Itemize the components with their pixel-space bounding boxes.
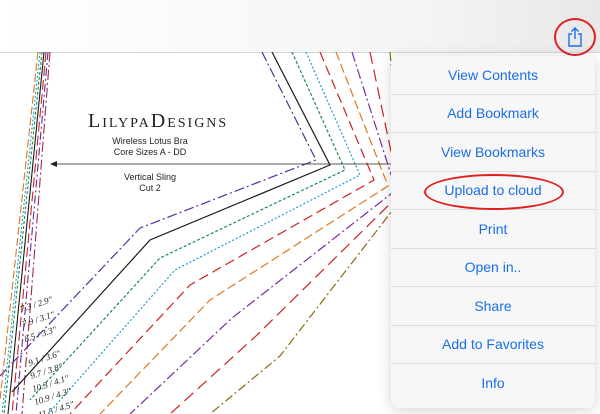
menu-item-upload-to-cloud[interactable]: Upload to cloud [391,172,595,210]
share-button[interactable] [554,18,596,56]
menu-item-add-bookmark[interactable]: Add Bookmark [391,95,595,133]
pattern-curves [0,52,403,414]
menu-item-info[interactable]: Info [391,364,595,403]
menu-item-add-to-favorites[interactable]: Add to Favorites [391,326,595,364]
brand-logo: LilypaDesigns [88,110,229,132]
cut-label: Cut 2 [139,183,161,193]
share-menu: View Contents Add Bookmark View Bookmark… [391,56,595,408]
share-icon [568,27,582,47]
menu-item-open-in[interactable]: Open in.. [391,249,595,287]
menu-item-share[interactable]: Share [391,287,595,326]
piece-name: Vertical Sling [123,172,177,182]
menu-item-print[interactable]: Print [391,210,595,249]
app-screen: LilypaDesigns Wireless Lotus Bra Core Si… [0,0,600,414]
core-sizes-label: Core Sizes A - DD [113,147,187,157]
product-name: Wireless Lotus Bra [112,136,188,146]
top-toolbar [0,0,600,53]
menu-item-view-bookmarks[interactable]: View Bookmarks [391,133,595,172]
menu-item-view-contents[interactable]: View Contents [391,56,595,95]
